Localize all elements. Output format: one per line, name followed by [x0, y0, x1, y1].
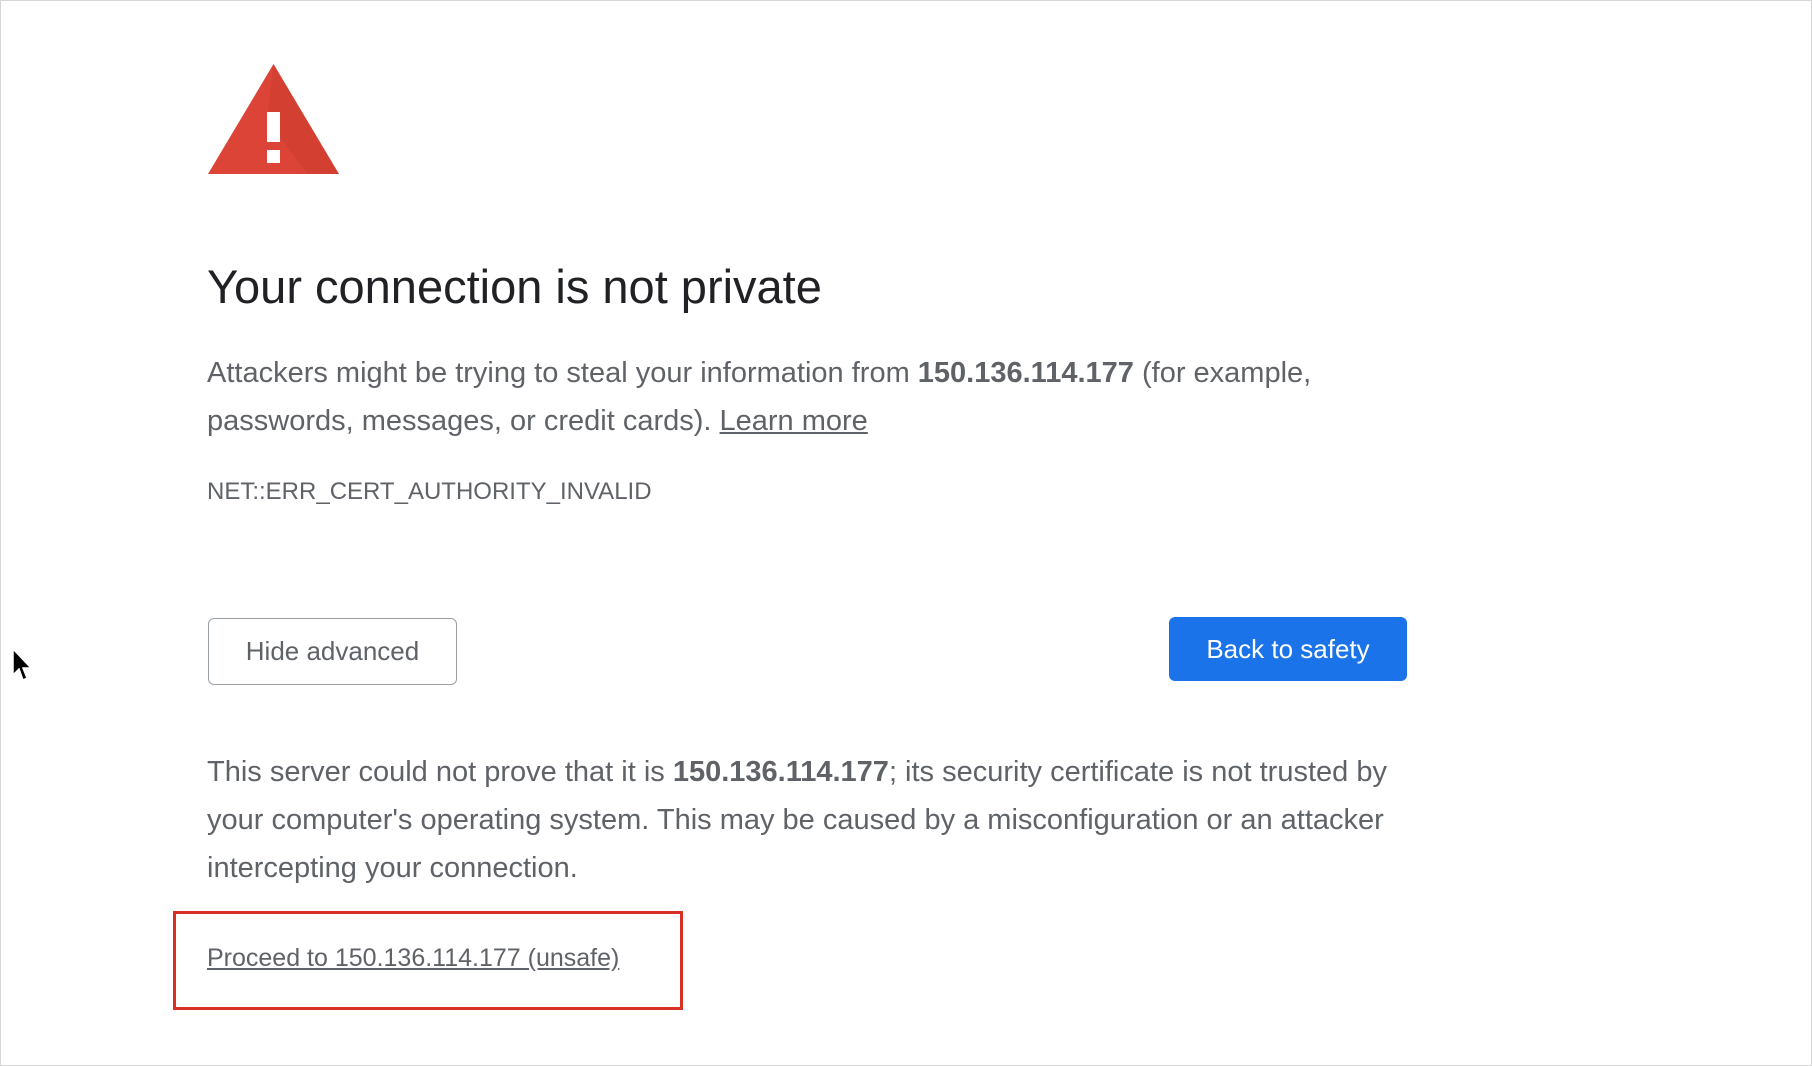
details-prefix: This server could not prove that it is — [207, 756, 673, 788]
error-code: NET::ERR_CERT_AUTHORITY_INVALID — [207, 478, 652, 505]
learn-more-link[interactable]: Learn more — [720, 405, 868, 437]
explanation-prefix: Attackers might be trying to steal your … — [207, 357, 918, 389]
details-text: This server could not prove that it is 1… — [207, 748, 1387, 892]
details-host: 150.136.114.177 — [672, 756, 889, 788]
explanation-host: 150.136.114.177 — [917, 357, 1134, 389]
explanation-text: Attackers might be trying to steal your … — [207, 349, 1427, 445]
hide-advanced-button[interactable]: Hide advanced — [208, 618, 457, 685]
page-title: Your connection is not private — [207, 260, 822, 313]
warning-triangle-icon — [208, 64, 339, 174]
proceed-unsafe-link[interactable]: Proceed to 150.136.114.177 (unsafe) — [207, 941, 619, 975]
back-to-safety-button[interactable]: Back to safety — [1169, 617, 1407, 681]
mouse-pointer-icon — [12, 648, 33, 682]
